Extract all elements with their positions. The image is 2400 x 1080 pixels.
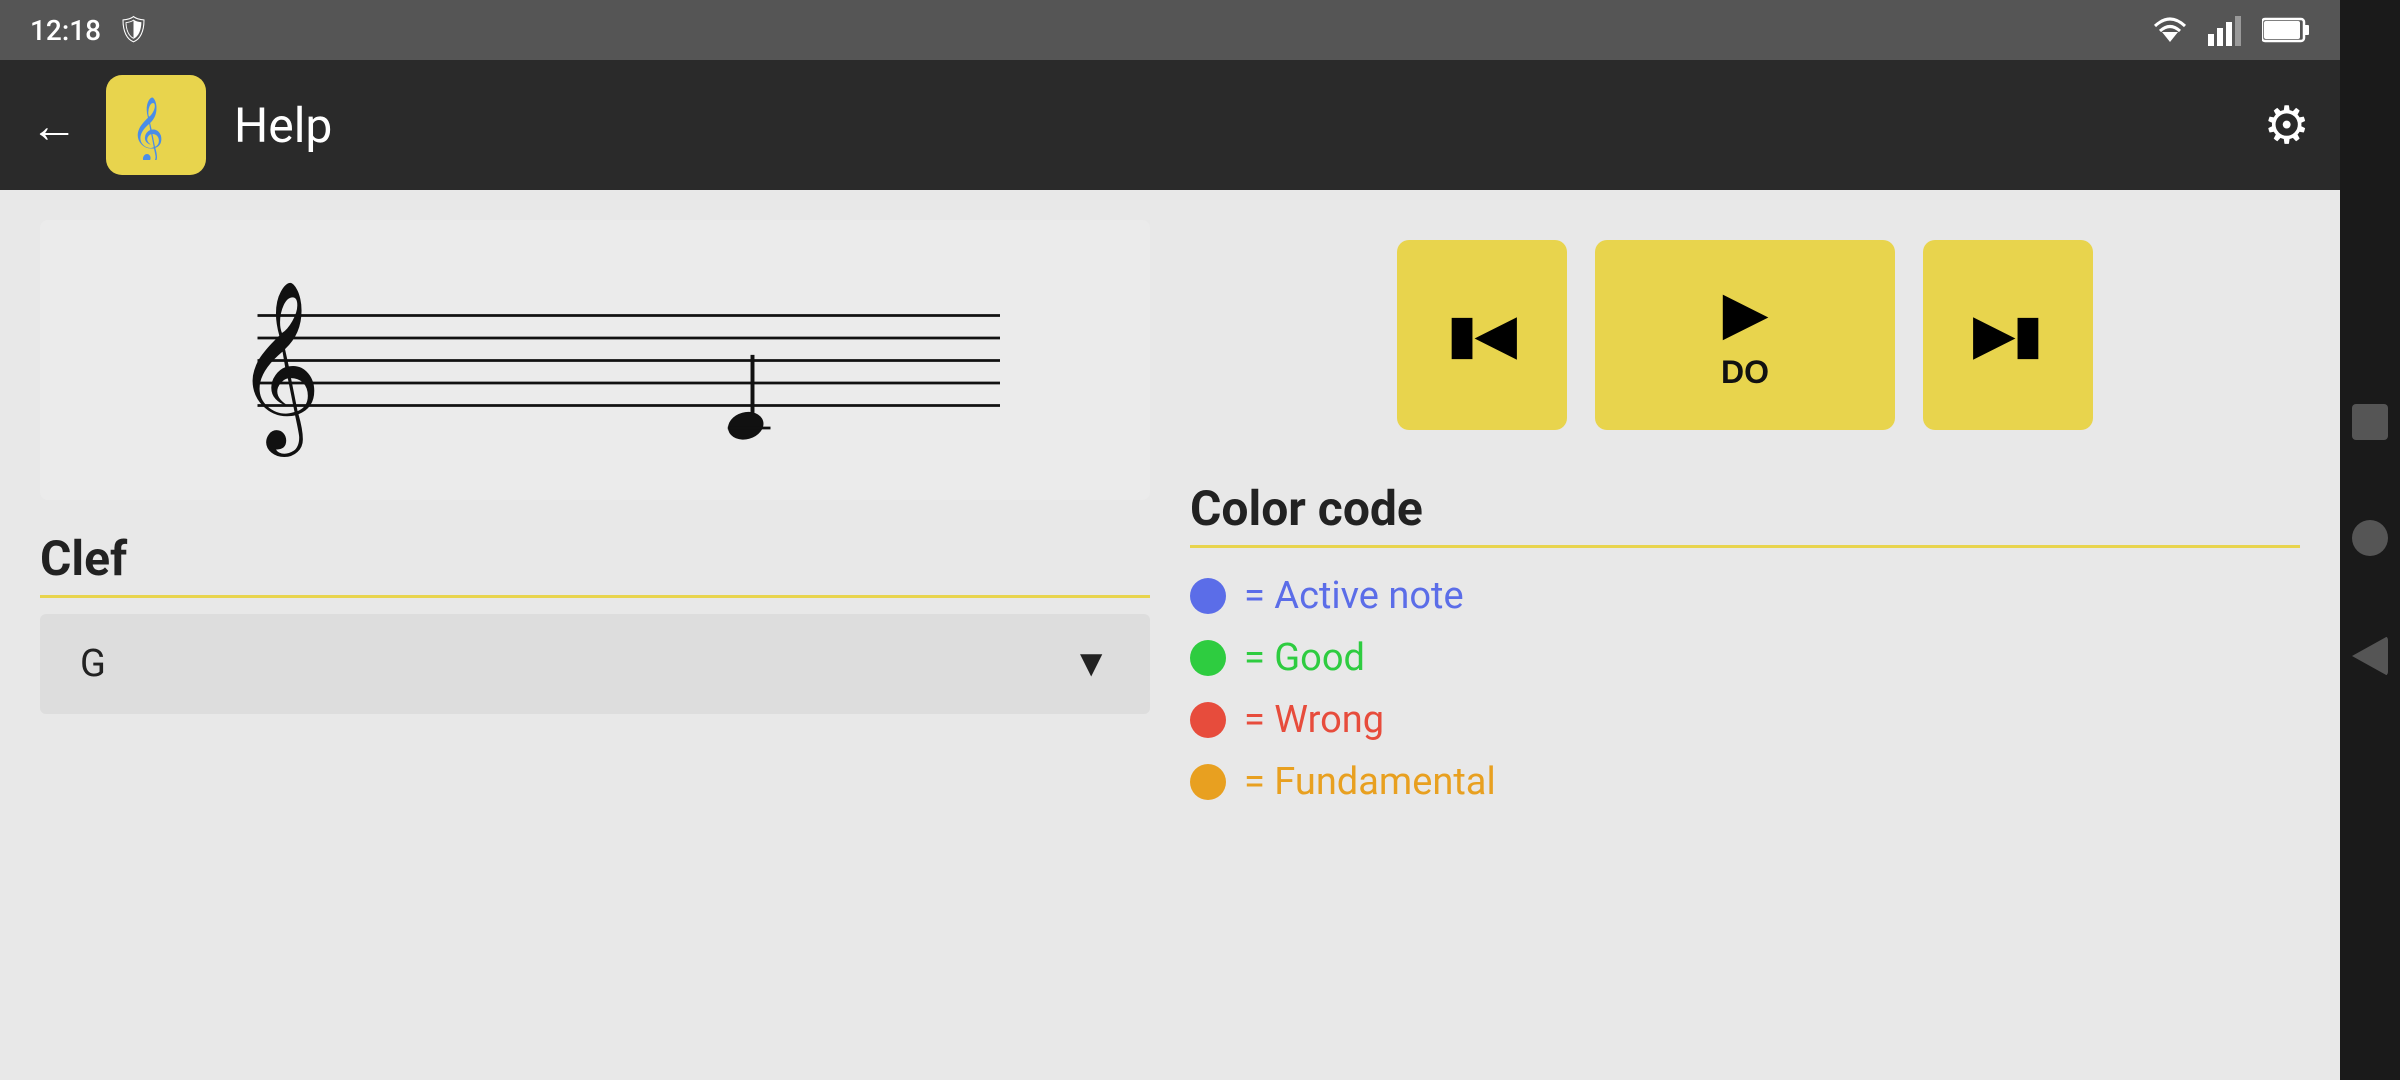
clef-value: G bbox=[80, 642, 106, 686]
playback-controls: ▮◀ ▶ DO ▶▮ bbox=[1190, 220, 2300, 450]
square-nav-button[interactable] bbox=[2352, 404, 2388, 440]
color-item-fundamental: = Fundamental bbox=[1190, 760, 2300, 804]
battery-icon bbox=[2262, 17, 2310, 43]
music-staff: 𝄞 bbox=[145, 248, 1045, 473]
dropdown-chevron-icon: ▼ bbox=[1072, 642, 1110, 686]
clef-section: Clef G ▼ bbox=[40, 530, 1150, 714]
top-bar: ← 𝄞 Help ⚙ bbox=[0, 60, 2340, 190]
clef-section-title: Clef bbox=[40, 530, 1150, 587]
right-panel: ▮◀ ▶ DO ▶▮ Color code = Active note bbox=[1190, 220, 2300, 1050]
time-display: 12:18 bbox=[30, 14, 101, 47]
wifi-icon bbox=[2150, 14, 2190, 46]
fundamental-dot bbox=[1190, 764, 1226, 800]
color-code-section: Color code = Active note = Good = Wrong bbox=[1190, 480, 2300, 814]
back-nav-button[interactable] bbox=[2352, 636, 2388, 676]
color-code-title: Color code bbox=[1190, 480, 2300, 537]
play-icon: ▶ bbox=[1723, 280, 1766, 346]
note-name-label: DO bbox=[1721, 354, 1769, 391]
clef-dropdown[interactable]: G ▼ bbox=[40, 614, 1150, 714]
svg-text:𝄞: 𝄞 bbox=[131, 97, 164, 160]
active-note-dot bbox=[1190, 578, 1226, 614]
settings-button[interactable]: ⚙ bbox=[2263, 95, 2310, 156]
top-bar-left: ← 𝄞 Help bbox=[30, 75, 332, 175]
home-nav-button[interactable] bbox=[2352, 520, 2388, 556]
app-icon: 𝄞 bbox=[106, 75, 206, 175]
fundamental-label: = Fundamental bbox=[1244, 760, 1496, 804]
prev-icon: ▮◀ bbox=[1448, 305, 1517, 365]
good-dot bbox=[1190, 640, 1226, 676]
main-content: 𝄞 Clef G ▼ bbox=[0, 190, 2340, 1080]
status-bar: 12:18 🛡 bbox=[0, 0, 2340, 60]
color-item-active-note: = Active note bbox=[1190, 574, 2300, 618]
clef-divider bbox=[40, 595, 1150, 598]
wrong-label: = Wrong bbox=[1244, 698, 1384, 742]
shield-icon: 🛡 bbox=[117, 15, 150, 45]
color-code-list: = Active note = Good = Wrong = Fundament… bbox=[1190, 564, 2300, 814]
next-icon: ▶▮ bbox=[1974, 305, 2043, 365]
color-item-good: = Good bbox=[1190, 636, 2300, 680]
signal-icon bbox=[2208, 14, 2244, 46]
staff-area: 𝄞 bbox=[40, 220, 1150, 500]
back-button[interactable]: ← bbox=[30, 97, 78, 154]
good-label: = Good bbox=[1244, 636, 1365, 680]
color-code-divider bbox=[1190, 545, 2300, 548]
left-panel: 𝄞 Clef G ▼ bbox=[40, 220, 1150, 1050]
play-button[interactable]: ▶ DO bbox=[1595, 240, 1895, 430]
svg-text:𝄞: 𝄞 bbox=[235, 283, 321, 456]
active-note-label: = Active note bbox=[1244, 574, 1464, 618]
page-title: Help bbox=[234, 97, 332, 154]
prev-button[interactable]: ▮◀ bbox=[1397, 240, 1567, 430]
color-item-wrong: = Wrong bbox=[1190, 698, 2300, 742]
next-button[interactable]: ▶▮ bbox=[1923, 240, 2093, 430]
android-nav bbox=[2340, 0, 2400, 1080]
status-bar-left: 12:18 🛡 bbox=[30, 14, 150, 47]
wrong-dot bbox=[1190, 702, 1226, 738]
status-bar-right bbox=[2150, 14, 2310, 46]
